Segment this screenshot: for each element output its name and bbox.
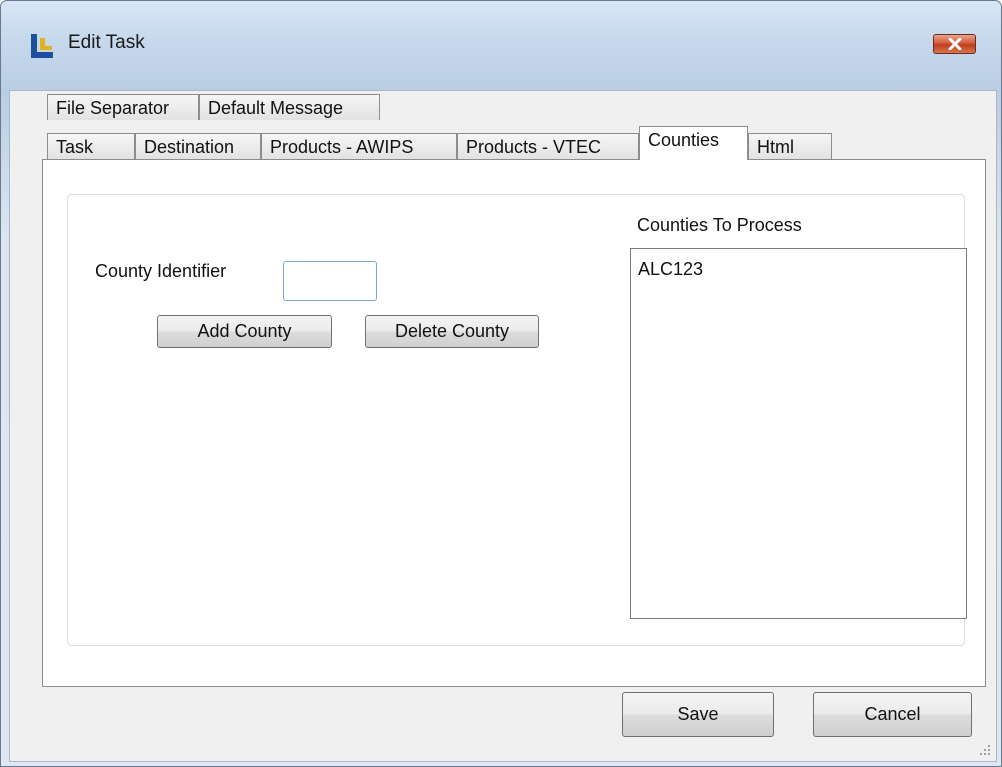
cancel-button[interactable]: Cancel — [813, 692, 972, 737]
tab-label: Default Message — [208, 98, 344, 118]
tab-label: Products - AWIPS — [270, 137, 414, 157]
add-county-button[interactable]: Add County — [157, 315, 332, 348]
county-identifier-input[interactable] — [283, 261, 377, 301]
tab-label: Products - VTEC — [466, 137, 602, 157]
edit-task-window: Edit Task File Separator Default Message… — [0, 0, 1002, 767]
tab-default-message[interactable]: Default Message — [199, 94, 380, 120]
tab-products-vtec[interactable]: Products - VTEC — [457, 133, 639, 159]
window-title: Edit Task — [68, 32, 145, 53]
tab-label: Html — [757, 137, 794, 157]
tab-products-awips[interactable]: Products - AWIPS — [261, 133, 457, 159]
tab-label: File Separator — [56, 98, 170, 118]
tab-file-separator[interactable]: File Separator — [47, 94, 199, 120]
counties-listbox[interactable]: ALC123 — [630, 248, 967, 619]
tab-label: Destination — [144, 137, 235, 157]
tab-label: Counties — [648, 130, 720, 150]
delete-county-button[interactable]: Delete County — [365, 315, 539, 348]
app-logo-icon — [31, 34, 53, 58]
tab-counties[interactable]: Counties — [639, 126, 748, 160]
tab-html[interactable]: Html — [748, 133, 832, 159]
save-button[interactable]: Save — [622, 692, 774, 737]
resize-grip-icon[interactable] — [978, 743, 992, 757]
counties-to-process-label: Counties To Process — [637, 215, 802, 235]
tab-destination[interactable]: Destination — [135, 133, 261, 159]
list-item[interactable]: ALC123 — [631, 249, 966, 279]
close-icon — [948, 38, 962, 50]
tab-task[interactable]: Task — [47, 133, 135, 159]
counties-group-box: County Identifier Add County Delete Coun… — [67, 194, 967, 646]
close-button[interactable] — [933, 34, 976, 54]
county-identifier-label: County Identifier — [95, 261, 227, 281]
tab-label: Task — [56, 137, 94, 157]
counties-tab-page: County Identifier Add County Delete Coun… — [42, 159, 986, 687]
dialog-client-area: File Separator Default Message Task Dest… — [9, 90, 997, 762]
title-bar[interactable]: Edit Task — [1, 1, 1001, 89]
